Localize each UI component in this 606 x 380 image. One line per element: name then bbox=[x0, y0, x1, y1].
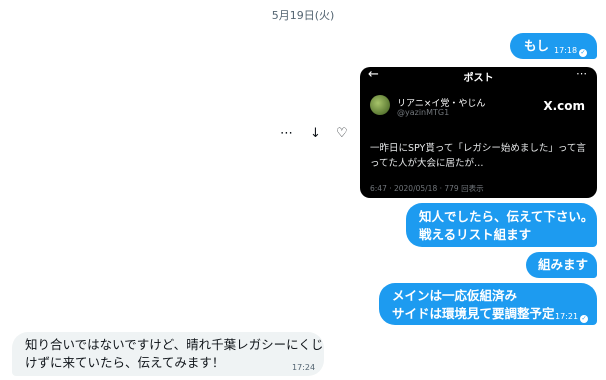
post-timestamp: 6:47 · 2020/05/18 · 779 回表示 bbox=[370, 184, 484, 193]
message-meta: 17:18 ✓ bbox=[554, 42, 588, 60]
post-card-title: ポスト bbox=[463, 73, 494, 84]
message-bubble-outgoing[interactable]: 組みます bbox=[526, 252, 597, 278]
read-check-icon: ✓ bbox=[580, 315, 589, 323]
author-handle: @yazinMTG1 bbox=[397, 108, 450, 117]
message-bubble-outgoing[interactable]: メインは一応仮組済み サイドは環境見て要調整予定 17:21 ✓ bbox=[379, 283, 597, 325]
post-text-line: 一昨日にSPY貰って「レガシー始めました」って言 bbox=[370, 143, 586, 154]
post-card-header: ← ポスト ⋯ bbox=[360, 67, 597, 85]
message-bubble-incoming[interactable]: 知り合いではないですけど、晴れ千葉レガシーにくじ けずに来ていたら、伝えてみます… bbox=[12, 332, 324, 376]
more-icon: ⋯ bbox=[576, 67, 587, 80]
source-label: X.com bbox=[543, 99, 585, 113]
message-text-line: 知り合いではないですけど、晴れ千葉レガシーにくじ bbox=[25, 337, 324, 352]
message-text-line: けずに来ていたら、伝えてみます！ bbox=[25, 355, 225, 370]
react-heart-icon[interactable]: ♡ bbox=[336, 126, 348, 141]
more-icon[interactable]: ⋯ bbox=[280, 126, 293, 141]
message-text: 組みます bbox=[538, 257, 589, 272]
date-separator: 5月19日(火) bbox=[271, 9, 335, 22]
message-bubble-outgoing[interactable]: 知人でしたら、伝えて下さい。 戦えるリスト組ます bbox=[406, 203, 597, 247]
message-text: もし bbox=[524, 38, 550, 53]
message-bubble-outgoing[interactable]: もし 17:18 ✓ bbox=[510, 33, 597, 59]
post-text: 一昨日にSPY貰って「レガシー始めました」って言 ってた人が大会に居たが… bbox=[370, 141, 592, 171]
post-text-line: ってた人が大会に居たが… bbox=[370, 158, 484, 169]
download-icon[interactable]: ↓ bbox=[310, 126, 321, 141]
message-text-line: 戦えるリスト組ます bbox=[419, 227, 532, 242]
read-check-icon: ✓ bbox=[579, 49, 588, 57]
author-avatar bbox=[370, 95, 390, 115]
message-time: 17:21 bbox=[555, 312, 579, 321]
message-time: 17:18 bbox=[554, 46, 578, 55]
message-time: 17:24 bbox=[292, 363, 316, 372]
message-meta: 17:21 ✓ bbox=[555, 308, 589, 326]
message-text-line: メインは一応仮組済み bbox=[392, 288, 518, 303]
shared-post-card[interactable]: ← ポスト ⋯ リアニ×イ党・やじん @yazinMTG1 X.com 一昨日に… bbox=[360, 67, 597, 198]
message-text-line: 知人でしたら、伝えて下さい。 bbox=[419, 209, 594, 224]
